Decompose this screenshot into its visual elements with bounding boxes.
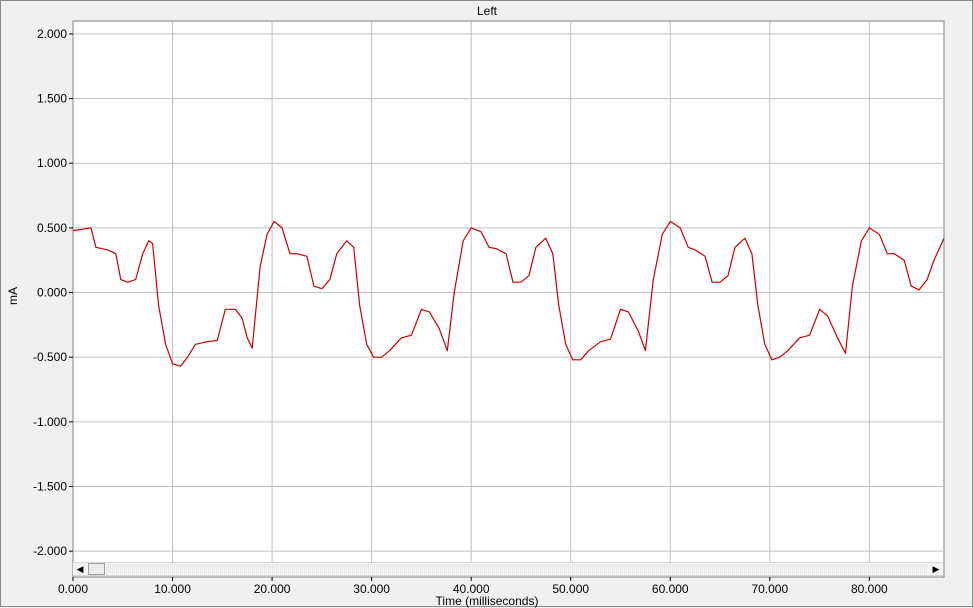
y-axis-title: mA <box>6 287 20 305</box>
y-tick-label: 2.000 <box>37 27 67 41</box>
y-tick-label: -2.000 <box>33 544 67 558</box>
x-tick-label: 70.000 <box>751 582 788 596</box>
x-axis-title: Time (milliseconds) <box>436 594 539 608</box>
y-tick-label: -1.500 <box>33 479 67 493</box>
chevron-left-icon: ◀ <box>76 564 84 574</box>
chart-canvas: Left 0.000 10.000 20.000 30.000 40.000 50.000… <box>6 4 945 608</box>
y-tick-label: 1.000 <box>37 156 67 170</box>
y-tick-label: 0.500 <box>37 221 67 235</box>
chart-window: Left 0.000 10.000 20.000 30.000 40.000 50.000… <box>0 0 973 608</box>
scrollbar-thumb[interactable] <box>88 563 105 575</box>
x-tick-label: 30.000 <box>353 582 390 596</box>
y-tick-label: 0.000 <box>37 286 67 300</box>
x-tick-label: 0.000 <box>58 582 88 596</box>
y-tick-label: -0.500 <box>33 350 67 364</box>
x-tick-label: 20.000 <box>254 582 291 596</box>
x-tick-label: 50.000 <box>552 582 589 596</box>
x-tick-label: 80.000 <box>851 582 888 596</box>
scroll-left-button[interactable]: ◀ <box>73 563 87 575</box>
y-tick-label: -1.000 <box>33 415 67 429</box>
x-tick-label: 60.000 <box>652 582 689 596</box>
y-tick-label: 1.500 <box>37 92 67 106</box>
x-tick-label: 10.000 <box>154 582 191 596</box>
plot-area <box>72 20 945 578</box>
scrollbar-track[interactable] <box>106 564 928 574</box>
chart-title: Left <box>477 4 498 18</box>
y-axis-ticks: 2.000 1.500 1.000 0.500 0.000 -0.500 -1.000 -1.… <box>33 27 73 558</box>
chevron-right-icon: ▶ <box>932 564 940 574</box>
scroll-right-button[interactable]: ▶ <box>929 563 943 575</box>
horizontal-scrollbar[interactable]: ◀ ▶ <box>73 562 943 576</box>
